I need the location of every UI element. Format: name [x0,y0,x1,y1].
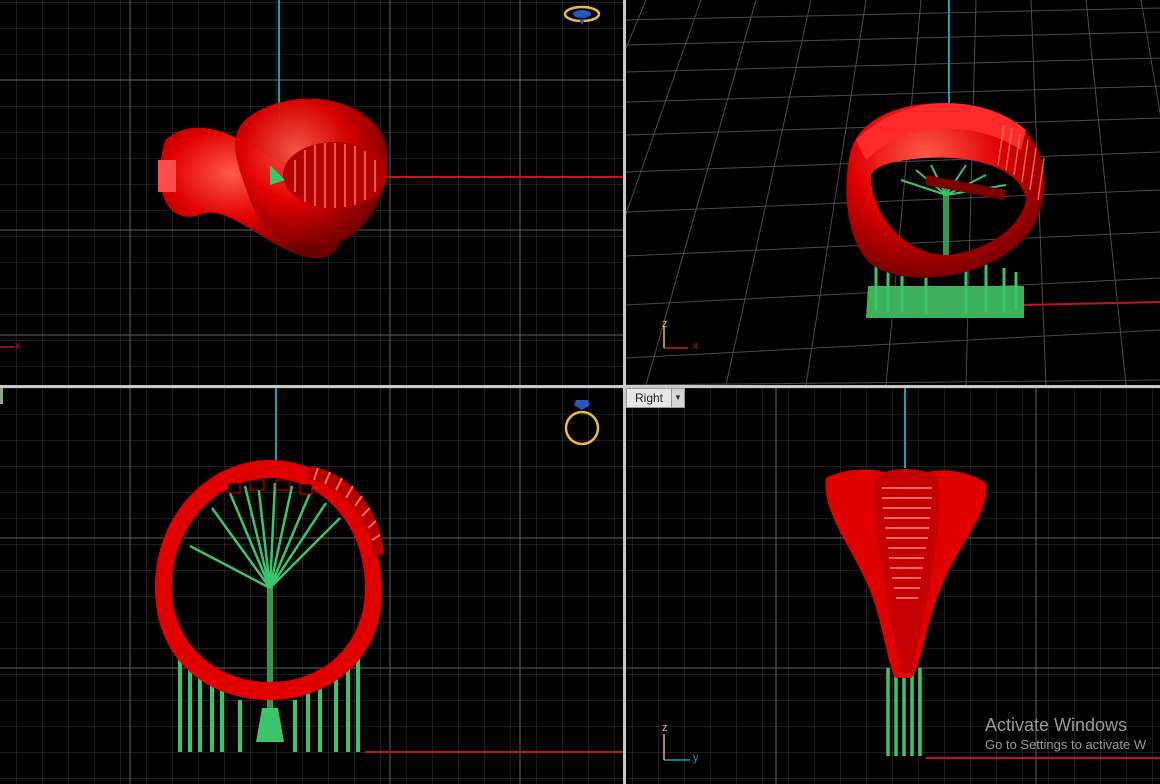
perspective-axis-x-label: x [693,340,699,352]
viewport-label-right[interactable]: Right ▼ [626,388,686,408]
viewport-right[interactable]: Right ▼ y z [626,388,1160,784]
front-view-canvas [0,388,623,784]
perspective-axis-gizmo [663,326,688,349]
top-axis-x-label: x [15,340,21,352]
right-axis-y-label: y [693,752,699,764]
perspective-axis-z-label: z [662,318,668,330]
chevron-down-icon[interactable]: ▼ [671,389,685,407]
viewport-perspective[interactable]: x z [626,0,1160,385]
viewport-splitter-vertical[interactable] [623,0,626,784]
viewport-splitter-horizontal[interactable] [0,385,1160,388]
perspective-view-canvas [626,0,1160,385]
top-view-canvas [0,0,623,385]
right-view-canvas [626,388,1160,784]
viewport-label-front-tab[interactable] [0,388,3,404]
viewport-top[interactable]: x [0,0,623,385]
viewport-front[interactable] [0,388,623,784]
x-axis-line [1020,301,1160,306]
right-axis-z-label: z [662,722,668,734]
viewport-label-text: Right [635,391,664,405]
perspective-grid [626,0,1160,385]
